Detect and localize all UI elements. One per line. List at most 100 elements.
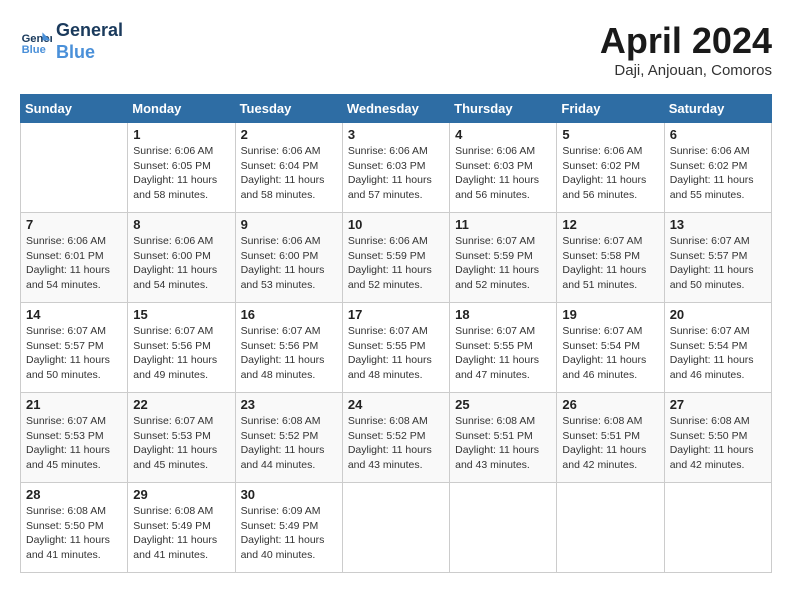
header-sunday: Sunday [21,95,128,123]
day-info: Sunrise: 6:06 AMSunset: 6:02 PMDaylight:… [562,144,658,203]
day-number: 9 [241,217,337,232]
calendar-header-row: Sunday Monday Tuesday Wednesday Thursday… [21,95,772,123]
day-number: 29 [133,487,229,502]
day-number: 1 [133,127,229,142]
table-row [557,483,664,573]
calendar-week-row: 28 Sunrise: 6:08 AMSunset: 5:50 PMDayligh… [21,483,772,573]
calendar-week-row: 21 Sunrise: 6:07 AMSunset: 5:53 PMDayligh… [21,393,772,483]
table-row: 5 Sunrise: 6:06 AMSunset: 6:02 PMDaylight… [557,123,664,213]
header-friday: Friday [557,95,664,123]
calendar-week-row: 14Sunrise: 6:07 AMSunset: 5:57 PMDayligh… [21,303,772,393]
day-info: Sunrise: 6:06 AMSunset: 6:05 PMDaylight:… [133,144,229,203]
page-header: General Blue General Blue April 2024 Daj… [20,20,772,79]
day-info: Sunrise: 6:07 AMSunset: 5:57 PMDaylight:… [26,324,122,383]
table-row: 25Sunrise: 6:08 AMSunset: 5:51 PMDayligh… [450,393,557,483]
header-tuesday: Tuesday [235,95,342,123]
table-row: 23 Sunrise: 6:08 AMSunset: 5:52 PMDayligh… [235,393,342,483]
day-number: 19 [562,307,658,322]
day-info: Sunrise: 6:09 AMSunset: 5:49 PMDaylight:… [241,504,337,563]
table-row: 26 Sunrise: 6:08 AMSunset: 5:51 PMDayligh… [557,393,664,483]
table-row: 18 Sunrise: 6:07 AMSunset: 5:55 PMDayligh… [450,303,557,393]
day-info: Sunrise: 6:06 AMSunset: 6:03 PMDaylight:… [348,144,444,203]
day-info: Sunrise: 6:08 AMSunset: 5:52 PMDaylight:… [241,414,337,473]
day-number: 26 [562,397,658,412]
table-row: 4 Sunrise: 6:06 AMSunset: 6:03 PMDaylight… [450,123,557,213]
day-number: 23 [241,397,337,412]
day-info: Sunrise: 6:07 AMSunset: 5:53 PMDaylight:… [133,414,229,473]
day-number: 4 [455,127,551,142]
day-info: Sunrise: 6:06 AMSunset: 6:04 PMDaylight:… [241,144,337,203]
day-number: 8 [133,217,229,232]
day-number: 21 [26,397,122,412]
day-info: Sunrise: 6:07 AMSunset: 5:56 PMDaylight:… [241,324,337,383]
day-number: 25 [455,397,551,412]
day-number: 20 [670,307,766,322]
header-saturday: Saturday [664,95,771,123]
day-number: 2 [241,127,337,142]
day-number: 16 [241,307,337,322]
header-wednesday: Wednesday [342,95,449,123]
location-subtitle: Daji, Anjouan, Comoros [600,62,772,79]
day-info: Sunrise: 6:08 AMSunset: 5:51 PMDaylight:… [562,414,658,473]
table-row: 20Sunrise: 6:07 AMSunset: 5:54 PMDayligh… [664,303,771,393]
day-number: 17 [348,307,444,322]
table-row: 3Sunrise: 6:06 AMSunset: 6:03 PMDaylight… [342,123,449,213]
day-number: 13 [670,217,766,232]
table-row: 24 Sunrise: 6:08 AMSunset: 5:52 PMDayligh… [342,393,449,483]
header-monday: Monday [128,95,235,123]
table-row: 1 Sunrise: 6:06 AMSunset: 6:05 PMDaylight… [128,123,235,213]
day-number: 30 [241,487,337,502]
table-row: 30 Sunrise: 6:09 AMSunset: 5:49 PMDayligh… [235,483,342,573]
day-number: 22 [133,397,229,412]
table-row: 21 Sunrise: 6:07 AMSunset: 5:53 PMDayligh… [21,393,128,483]
day-info: Sunrise: 6:06 AMSunset: 6:00 PMDaylight:… [133,234,229,293]
table-row: 15 Sunrise: 6:07 AMSunset: 5:56 PMDayligh… [128,303,235,393]
title-block: April 2024 Daji, Anjouan, Comoros [600,20,772,79]
svg-text:Blue: Blue [22,44,46,56]
day-info: Sunrise: 6:07 AMSunset: 5:55 PMDaylight:… [348,324,444,383]
day-info: Sunrise: 6:07 AMSunset: 5:55 PMDaylight:… [455,324,551,383]
table-row: 29 Sunrise: 6:08 AMSunset: 5:49 PMDayligh… [128,483,235,573]
day-info: Sunrise: 6:06 AMSunset: 6:03 PMDaylight:… [455,144,551,203]
table-row: 13 Sunrise: 6:07 AMSunset: 5:57 PMDayligh… [664,213,771,303]
day-info: Sunrise: 6:07 AMSunset: 5:58 PMDaylight:… [562,234,658,293]
table-row: 16 Sunrise: 6:07 AMSunset: 5:56 PMDayligh… [235,303,342,393]
table-row: 10Sunrise: 6:06 AMSunset: 5:59 PMDayligh… [342,213,449,303]
day-info: Sunrise: 6:06 AMSunset: 5:59 PMDaylight:… [348,234,444,293]
day-info: Sunrise: 6:08 AMSunset: 5:50 PMDaylight:… [26,504,122,563]
table-row: 19 Sunrise: 6:07 AMSunset: 5:54 PMDayligh… [557,303,664,393]
day-info: Sunrise: 6:08 AMSunset: 5:49 PMDaylight:… [133,504,229,563]
table-row: 27Sunrise: 6:08 AMSunset: 5:50 PMDayligh… [664,393,771,483]
day-number: 6 [670,127,766,142]
day-number: 5 [562,127,658,142]
table-row: 8 Sunrise: 6:06 AMSunset: 6:00 PMDaylight… [128,213,235,303]
day-info: Sunrise: 6:08 AMSunset: 5:52 PMDaylight:… [348,414,444,473]
day-number: 12 [562,217,658,232]
calendar-week-row: 7Sunrise: 6:06 AMSunset: 6:01 PMDaylight… [21,213,772,303]
table-row [450,483,557,573]
day-number: 15 [133,307,229,322]
day-number: 7 [26,217,122,232]
logo-line1: General [56,20,123,42]
table-row: 2 Sunrise: 6:06 AMSunset: 6:04 PMDaylight… [235,123,342,213]
day-info: Sunrise: 6:06 AMSunset: 6:02 PMDaylight:… [670,144,766,203]
day-info: Sunrise: 6:07 AMSunset: 5:56 PMDaylight:… [133,324,229,383]
table-row [664,483,771,573]
table-row: 14Sunrise: 6:07 AMSunset: 5:57 PMDayligh… [21,303,128,393]
table-row: 28 Sunrise: 6:08 AMSunset: 5:50 PMDayligh… [21,483,128,573]
logo-icon: General Blue [20,26,52,58]
day-info: Sunrise: 6:07 AMSunset: 5:59 PMDaylight:… [455,234,551,293]
logo-line2: Blue [56,42,123,64]
day-info: Sunrise: 6:07 AMSunset: 5:57 PMDaylight:… [670,234,766,293]
day-number: 27 [670,397,766,412]
table-row [342,483,449,573]
table-row [21,123,128,213]
day-number: 18 [455,307,551,322]
calendar-table: Sunday Monday Tuesday Wednesday Thursday… [20,94,772,573]
day-info: Sunrise: 6:06 AMSunset: 6:00 PMDaylight:… [241,234,337,293]
day-info: Sunrise: 6:07 AMSunset: 5:54 PMDaylight:… [562,324,658,383]
day-number: 24 [348,397,444,412]
day-number: 11 [455,217,551,232]
day-number: 28 [26,487,122,502]
day-info: Sunrise: 6:07 AMSunset: 5:53 PMDaylight:… [26,414,122,473]
